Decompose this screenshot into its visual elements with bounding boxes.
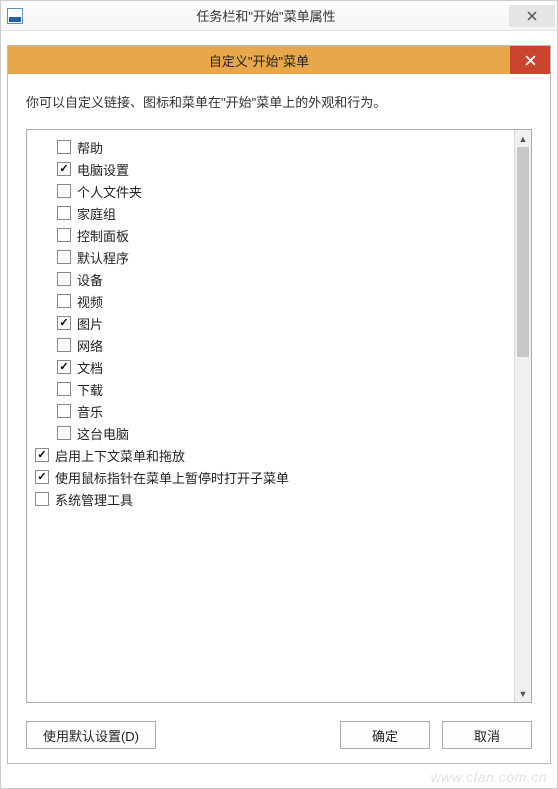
option-label: 音乐 (77, 402, 103, 421)
checkbox[interactable] (57, 360, 71, 374)
option-label: 设备 (77, 270, 103, 289)
option-label: 控制面板 (77, 226, 129, 245)
option-row[interactable]: 系统管理工具 (31, 488, 510, 510)
option-label: 系统管理工具 (55, 490, 133, 509)
child-title: 自定义"开始"菜单 (8, 51, 510, 70)
scrollbar[interactable]: ▲ ▼ (514, 130, 531, 702)
option-row[interactable]: 默认程序 (31, 246, 510, 268)
customize-dialog: 自定义"开始"菜单 你可以自定义链接、图标和菜单在"开始"菜单上的外观和行为。 … (7, 45, 551, 764)
option-row[interactable]: 使用鼠标指针在菜单上暂停时打开子菜单 (31, 466, 510, 488)
option-row[interactable]: 文档 (31, 356, 510, 378)
scroll-thumb[interactable] (517, 147, 529, 357)
checkbox[interactable] (57, 140, 71, 154)
checkbox[interactable] (57, 228, 71, 242)
dialog-body: 你可以自定义链接、图标和菜单在"开始"菜单上的外观和行为。 帮助电脑设置个人文件… (8, 74, 550, 763)
button-row: 使用默认设置(D) 确定 取消 (26, 721, 532, 749)
option-label: 这台电脑 (77, 424, 129, 443)
checkbox[interactable] (57, 404, 71, 418)
option-label: 网络 (77, 336, 103, 355)
option-label: 视频 (77, 292, 103, 311)
use-defaults-button[interactable]: 使用默认设置(D) (26, 721, 156, 749)
option-label: 使用鼠标指针在菜单上暂停时打开子菜单 (55, 468, 289, 487)
checkbox[interactable] (57, 382, 71, 396)
option-label: 图片 (77, 314, 103, 333)
checkbox[interactable] (57, 294, 71, 308)
option-row[interactable]: 控制面板 (31, 224, 510, 246)
parent-titlebar: 任务栏和"开始"菜单属性 (1, 1, 557, 31)
option-label: 文档 (77, 358, 103, 377)
option-row[interactable]: 视频 (31, 290, 510, 312)
option-label: 默认程序 (77, 248, 129, 267)
checkbox[interactable] (57, 206, 71, 220)
option-row[interactable]: 个人文件夹 (31, 180, 510, 202)
option-label: 下载 (77, 380, 103, 399)
option-label: 个人文件夹 (77, 182, 142, 201)
app-icon (7, 8, 23, 24)
option-row[interactable]: 设备 (31, 268, 510, 290)
parent-title: 任务栏和"开始"菜单属性 (23, 6, 509, 25)
scroll-down-arrow-icon[interactable]: ▼ (515, 685, 531, 702)
checkbox[interactable] (35, 448, 49, 462)
checkbox[interactable] (35, 470, 49, 484)
checkbox[interactable] (57, 250, 71, 264)
checkbox[interactable] (57, 184, 71, 198)
option-row[interactable]: 启用上下文菜单和拖放 (31, 444, 510, 466)
option-label: 电脑设置 (77, 160, 129, 179)
checkbox[interactable] (57, 316, 71, 330)
checkbox[interactable] (57, 272, 71, 286)
option-label: 帮助 (77, 138, 103, 157)
option-label: 家庭组 (77, 204, 116, 223)
checkbox[interactable] (57, 162, 71, 176)
watermark: www.cfan.com.cn (431, 769, 547, 785)
parent-window: 任务栏和"开始"菜单属性 自定义"开始"菜单 你可以自定义链接、图标和菜单在"开… (0, 0, 558, 789)
option-row[interactable]: 下载 (31, 378, 510, 400)
checkbox[interactable] (35, 492, 49, 506)
options-list-content: 帮助电脑设置个人文件夹家庭组控制面板默认程序设备视频图片网络文档下载音乐这台电脑… (27, 130, 514, 702)
parent-close-button[interactable] (509, 5, 555, 27)
scroll-up-arrow-icon[interactable]: ▲ (515, 130, 531, 147)
option-row[interactable]: 电脑设置 (31, 158, 510, 180)
option-row[interactable]: 这台电脑 (31, 422, 510, 444)
close-icon (525, 55, 536, 66)
description-text: 你可以自定义链接、图标和菜单在"开始"菜单上的外观和行为。 (26, 92, 532, 111)
options-list: 帮助电脑设置个人文件夹家庭组控制面板默认程序设备视频图片网络文档下载音乐这台电脑… (26, 129, 532, 703)
option-label: 启用上下文菜单和拖放 (55, 446, 185, 465)
option-row[interactable]: 音乐 (31, 400, 510, 422)
child-titlebar: 自定义"开始"菜单 (8, 46, 550, 74)
cancel-button[interactable]: 取消 (442, 721, 532, 749)
checkbox[interactable] (57, 338, 71, 352)
ok-button[interactable]: 确定 (340, 721, 430, 749)
option-row[interactable]: 图片 (31, 312, 510, 334)
close-icon (527, 11, 537, 21)
checkbox[interactable] (57, 426, 71, 440)
option-row[interactable]: 网络 (31, 334, 510, 356)
child-close-button[interactable] (510, 46, 550, 74)
option-row[interactable]: 帮助 (31, 136, 510, 158)
option-row[interactable]: 家庭组 (31, 202, 510, 224)
